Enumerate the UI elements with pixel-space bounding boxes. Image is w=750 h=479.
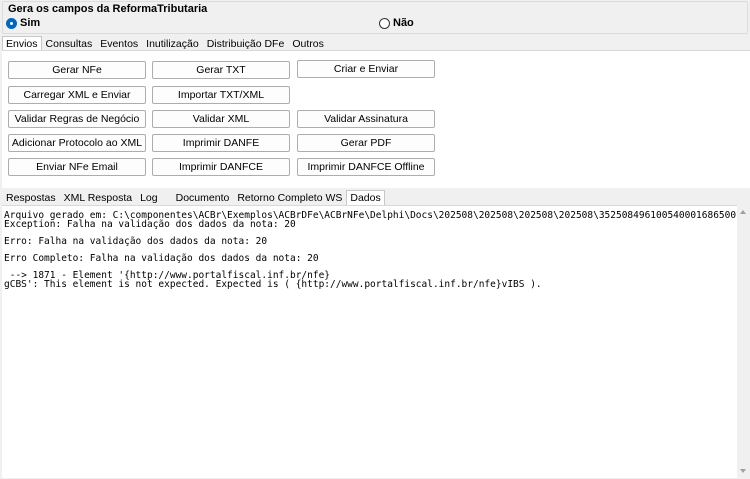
tab-respostas[interactable]: Respostas xyxy=(2,190,60,205)
validar-regras-negocio-button[interactable]: Validar Regras de Negócio xyxy=(8,110,146,128)
output-scrollbar[interactable] xyxy=(737,205,750,478)
tab-outros[interactable]: Outros xyxy=(288,36,328,51)
output-line: gCBS': This element is not expected. Exp… xyxy=(4,279,542,290)
envios-panel: Gerar NFe Gerar TXT Criar e Enviar Carre… xyxy=(2,50,750,188)
adicionar-protocolo-button[interactable]: Adicionar Protocolo ao XML xyxy=(8,134,146,152)
enviar-nfe-email-button[interactable]: Enviar NFe Email xyxy=(8,158,146,176)
gerar-txt-button[interactable]: Gerar TXT xyxy=(152,61,290,79)
tab-log[interactable]: Log xyxy=(136,190,162,205)
dados-output-memo[interactable]: Arquivo gerado em: C:\componentes\ACBr\E… xyxy=(2,205,737,478)
validar-xml-button[interactable]: Validar XML xyxy=(152,110,290,128)
radio-nao-label: Não xyxy=(393,17,414,29)
carregar-xml-enviar-button[interactable]: Carregar XML e Enviar xyxy=(8,86,146,104)
imprimir-danfe-button[interactable]: Imprimir DANFE xyxy=(152,134,290,152)
output-line: Exception: Falha na validação dos dados … xyxy=(4,219,296,230)
tab-dados[interactable]: Dados xyxy=(346,190,385,205)
imprimir-danfce-offline-button[interactable]: Imprimir DANFCE Offline xyxy=(297,158,435,176)
tab-documento[interactable]: Documento xyxy=(172,190,234,205)
tab-distribuicao-dfe[interactable]: Distribuição DFe xyxy=(203,36,289,51)
radio-sim-label: Sim xyxy=(20,17,41,29)
top-tab-bar: Envios Consultas Eventos Inutilização Di… xyxy=(2,36,328,51)
group-title: Gera os campos da ReformaTributaria xyxy=(7,3,209,15)
gerar-pdf-button[interactable]: Gerar PDF xyxy=(297,134,435,152)
tab-eventos[interactable]: Eventos xyxy=(96,36,142,51)
radio-unselected-icon xyxy=(379,17,390,29)
radio-selected-icon xyxy=(6,17,17,29)
criar-e-enviar-button[interactable]: Criar e Enviar xyxy=(297,60,435,78)
tab-inutilizacao[interactable]: Inutilização xyxy=(142,36,203,51)
output-line: Erro: Falha na validação dos dados da no… xyxy=(4,236,268,247)
radio-sim[interactable]: Sim xyxy=(6,17,40,29)
scroll-down-icon[interactable] xyxy=(740,469,746,473)
imprimir-danfce-button[interactable]: Imprimir DANFCE xyxy=(152,158,290,176)
scroll-up-icon[interactable] xyxy=(740,210,746,214)
radio-nao[interactable]: Não xyxy=(379,17,414,29)
tab-retorno-completo-ws[interactable]: Retorno Completo WS xyxy=(233,190,346,205)
importar-txt-xml-button[interactable]: Importar TXT/XML xyxy=(152,86,290,104)
tab-xml-resposta[interactable]: XML Resposta xyxy=(60,190,136,205)
bottom-tab-bar: Respostas XML Resposta Log Documento Ret… xyxy=(2,190,385,205)
tab-envios[interactable]: Envios xyxy=(2,36,42,51)
gerar-nfe-button[interactable]: Gerar NFe xyxy=(8,61,146,79)
output-line: Erro Completo: Falha na validação dos da… xyxy=(4,253,319,264)
validar-assinatura-button[interactable]: Validar Assinatura xyxy=(297,110,435,128)
tab-consultas[interactable]: Consultas xyxy=(42,36,97,51)
reforma-tributaria-group: Gera os campos da ReformaTributaria Sim … xyxy=(2,1,748,34)
